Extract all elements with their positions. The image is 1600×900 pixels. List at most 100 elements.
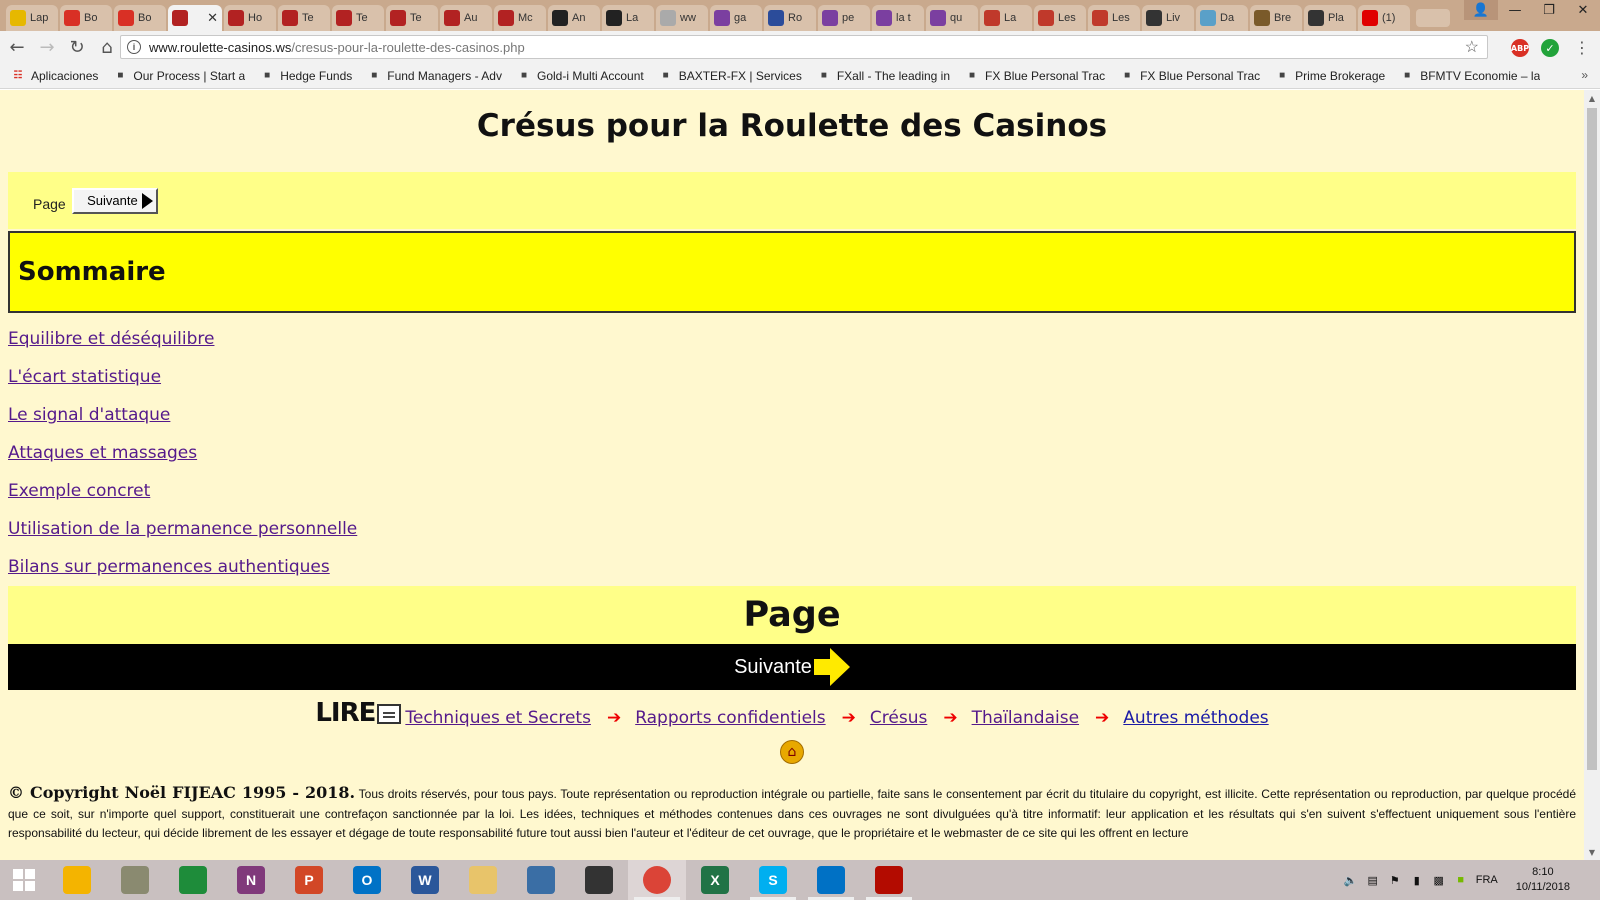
browser-tab[interactable]: Au (440, 5, 492, 31)
home-icon[interactable]: ⌂ (780, 740, 804, 764)
bookmark-item[interactable]: ■ Prime Brokerage (1274, 69, 1385, 83)
browser-tab[interactable]: La (980, 5, 1032, 31)
network-icon[interactable]: ▤ (1366, 873, 1380, 887)
browser-tab[interactable]: Les (1034, 5, 1086, 31)
browser-tab[interactable]: Te (332, 5, 384, 31)
browser-tab[interactable]: Les (1088, 5, 1140, 31)
browser-tab[interactable]: Te (386, 5, 438, 31)
browser-tab[interactable]: Bo (114, 5, 166, 31)
browser-tab[interactable]: la t (872, 5, 924, 31)
bookmark-item[interactable]: ☷ Aplicaciones (10, 69, 99, 83)
next-page-button[interactable]: Suivante (71, 187, 158, 214)
scroll-thumb[interactable] (1587, 108, 1597, 770)
file-explorer-icon (469, 866, 497, 894)
summary-link[interactable]: Le signal d'attaque (8, 402, 357, 440)
site-info-icon[interactable]: i (127, 40, 141, 54)
home-nav-icon[interactable]: ⌂ (94, 34, 120, 60)
taskbar-app[interactable]: N (222, 860, 280, 900)
taskbar-app[interactable] (802, 860, 860, 900)
read-link[interactable]: Crésus (870, 708, 927, 728)
bookmark-item[interactable]: ■ Gold-i Multi Account (516, 69, 644, 83)
close-tab-icon[interactable]: ✕ (207, 10, 218, 26)
bookmark-item[interactable]: ■ FX Blue Personal Trac (1119, 69, 1260, 83)
scroll-down-icon[interactable]: ▼ (1584, 844, 1600, 860)
flag-icon[interactable]: ⚑ (1388, 873, 1402, 887)
adblock-icon[interactable]: ABP (1511, 39, 1529, 57)
browser-tab[interactable]: Ho (224, 5, 276, 31)
bookmark-item[interactable]: ■ Hedge Funds (259, 69, 352, 83)
read-link[interactable]: Thaïlandaise (972, 708, 1079, 728)
close-window-icon[interactable]: ✕ (1566, 0, 1600, 20)
restore-icon[interactable]: ❐ (1532, 0, 1566, 20)
taskbar-app[interactable]: X (686, 860, 744, 900)
forward-icon[interactable]: → (34, 34, 60, 60)
taskbar-app[interactable] (454, 860, 512, 900)
browser-tab[interactable]: Te (278, 5, 330, 31)
bookmark-item[interactable]: ■ Fund Managers - Adv (366, 69, 502, 83)
taskbar-app[interactable] (106, 860, 164, 900)
summary-link[interactable]: Equilibre et déséquilibre (8, 326, 357, 364)
read-link[interactable]: Techniques et Secrets (405, 708, 591, 728)
taskbar-app[interactable]: W (396, 860, 454, 900)
bookmark-item[interactable]: ■ FXall - The leading in (816, 69, 950, 83)
bookmark-item[interactable]: ■ BFMTV Economie – la (1399, 69, 1540, 83)
browser-tab[interactable]: An (548, 5, 600, 31)
signal-icon[interactable]: ▩ (1432, 873, 1446, 887)
summary-link[interactable]: L'écart statistique (8, 364, 357, 402)
bookmark-item[interactable]: ■ FX Blue Personal Trac (964, 69, 1105, 83)
more-bookmarks-icon[interactable]: » (1581, 68, 1588, 82)
reload-icon[interactable]: ↻ (64, 34, 90, 60)
taskbar-app[interactable]: P (280, 860, 338, 900)
taskbar-app[interactable] (570, 860, 628, 900)
read-link[interactable]: Autres méthodes (1123, 708, 1268, 728)
language-indicator[interactable]: FRA (1476, 874, 1498, 886)
summary-link[interactable]: Utilisation de la permanence personnelle (8, 516, 357, 554)
scroll-up-icon[interactable]: ▲ (1584, 90, 1600, 106)
start-button[interactable] (0, 860, 48, 900)
bookmark-item[interactable]: ■ BAXTER-FX | Services (658, 69, 802, 83)
gold-icon: ■ (520, 70, 527, 81)
profile-icon[interactable]: 👤 (1464, 0, 1498, 20)
bookmark-star-icon[interactable]: ☆ (1465, 37, 1479, 57)
browser-tab[interactable]: Bo (60, 5, 112, 31)
taskbar-app[interactable]: O (338, 860, 396, 900)
browser-tab[interactable]: Liv (1142, 5, 1194, 31)
browser-tab[interactable]: Mc (494, 5, 546, 31)
taskbar-app[interactable] (512, 860, 570, 900)
new-tab-button[interactable] (1416, 9, 1450, 27)
browser-tab[interactable]: Da (1196, 5, 1248, 31)
back-icon[interactable]: ← (4, 34, 30, 60)
browser-tab[interactable]: pe (818, 5, 870, 31)
battery-icon[interactable]: ▮ (1410, 873, 1424, 887)
browser-tab[interactable]: Ro (764, 5, 816, 31)
summary-link[interactable]: Attaques et massages (8, 440, 357, 478)
browser-menu-icon[interactable]: ⋮ (1574, 38, 1590, 57)
bookmark-item[interactable]: ■ Our Process | Start a (112, 69, 245, 83)
minimize-icon[interactable]: — (1498, 0, 1532, 20)
browser-tab[interactable]: Pla (1304, 5, 1356, 31)
browser-tab[interactable]: La (602, 5, 654, 31)
browser-tab[interactable]: ga (710, 5, 762, 31)
tab-label: ww (680, 12, 696, 24)
footer-next-button[interactable]: Suivante (8, 644, 1576, 690)
taskbar-app[interactable] (48, 860, 106, 900)
summary-link[interactable]: Exemple concret (8, 478, 357, 516)
browser-tab[interactable]: qu (926, 5, 978, 31)
check-extension-icon[interactable]: ✓ (1541, 39, 1559, 57)
nvidia-icon[interactable]: ■ (1454, 873, 1468, 887)
read-link[interactable]: Rapports confidentiels (635, 708, 825, 728)
browser-tab[interactable]: (1) (1358, 5, 1410, 31)
volume-icon[interactable]: 🔈 (1344, 873, 1358, 887)
clock[interactable]: 8:10 10/11/2018 (1516, 865, 1570, 895)
browser-tab[interactable]: Lap (6, 5, 58, 31)
taskbar-app[interactable] (628, 860, 686, 900)
page-scrollbar[interactable]: ▲ ▼ (1584, 90, 1600, 860)
address-bar[interactable]: i www.roulette-casinos.ws/cresus-pour-la… (120, 35, 1488, 59)
taskbar-app[interactable] (860, 860, 918, 900)
taskbar-app[interactable]: S (744, 860, 802, 900)
browser-tab[interactable]: ww (656, 5, 708, 31)
taskbar-app[interactable] (164, 860, 222, 900)
browser-tab[interactable]: ✕ (168, 5, 222, 31)
clock-time: 8:10 (1532, 866, 1554, 878)
browser-tab[interactable]: Bre (1250, 5, 1302, 31)
